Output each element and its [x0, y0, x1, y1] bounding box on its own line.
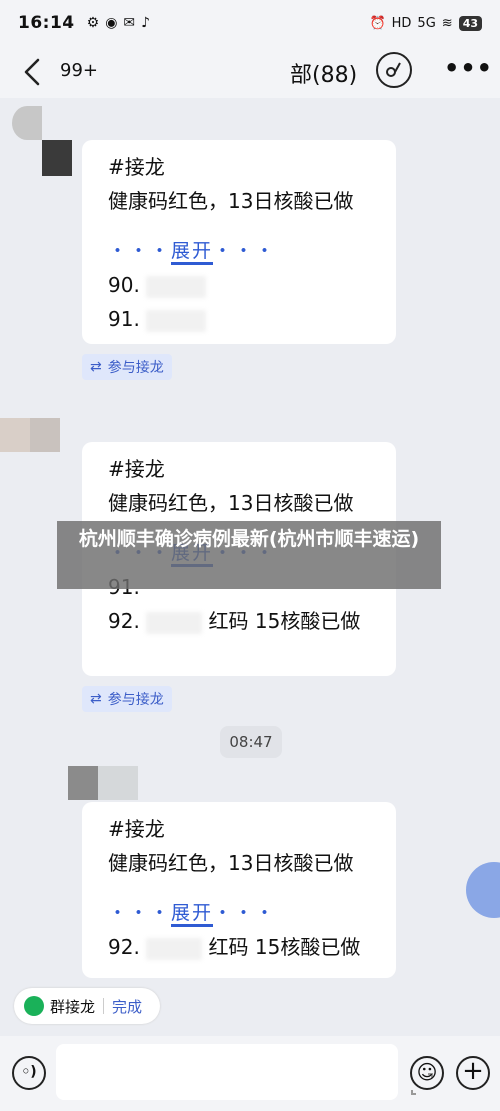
redacted-text — [146, 275, 207, 298]
expand-link[interactable]: ・・・展开・・・ — [108, 234, 370, 268]
divider — [103, 998, 105, 1014]
back-arrow-icon[interactable] — [20, 56, 48, 88]
mail-icon: ✉ — [123, 15, 136, 31]
overlay-caption: 杭州顺丰确诊病例最新(杭州市顺丰速运) — [57, 521, 441, 589]
join-icon: ⇄ — [90, 691, 102, 707]
join-icon: ⇄ — [90, 359, 102, 375]
status-left-icons: ⚙ ◉ ✉ ♪ — [87, 15, 150, 31]
expand-label[interactable]: 展开 — [171, 240, 214, 265]
list-item: 92. 红码 15核酸已做 — [108, 935, 361, 960]
solitaire-icon — [24, 996, 44, 1016]
plus-icon[interactable]: + — [456, 1056, 490, 1090]
chat-title: 部(88) — [290, 63, 358, 88]
group-solitaire-label[interactable]: 群接龙 — [50, 996, 95, 1017]
join-solitaire-button[interactable]: ⇄ 参与接龙 — [82, 686, 172, 712]
message-input[interactable] — [56, 1044, 433, 1100]
alarm-icon: ◉ — [105, 15, 118, 31]
status-right-icons: ⏰ HD 5G ≋ 43 — [369, 15, 482, 31]
redacted-text — [146, 309, 207, 332]
avatar[interactable] — [0, 418, 60, 452]
chat-header: 99+ 部(88) ••• — [0, 46, 500, 98]
voice-input-icon[interactable]: ◦) — [12, 1056, 46, 1090]
expand-label[interactable]: 展开 — [171, 902, 214, 927]
done-button[interactable]: 完成 — [112, 996, 142, 1017]
status-bar: 16:14 ⚙ ◉ ✉ ♪ ⏰ HD 5G ≋ 43 — [0, 0, 500, 46]
hd-icon: HD — [391, 15, 412, 31]
message-hashtag: #接龙 — [108, 155, 165, 179]
time-divider: 08:47 — [220, 726, 282, 758]
join-solitaire-button[interactable]: ⇄ 参与接龙 — [82, 354, 172, 380]
message-bubble[interactable]: #接龙 健康码红色，13日核酸已做 ・・・展开・・・ 90. 91. — [82, 140, 396, 344]
wifi-icon: ≋ — [441, 15, 453, 31]
group-solitaire-bar[interactable]: 群接龙 完成 — [14, 988, 160, 1024]
expand-link[interactable]: ・・・展开・・・ — [108, 896, 370, 930]
avatar[interactable] — [68, 766, 138, 800]
redacted-text — [146, 611, 203, 634]
battery-icon: 43 — [458, 15, 482, 31]
redacted-text — [146, 937, 203, 960]
music-button[interactable] — [376, 52, 412, 88]
message-text: 健康码红色，13日核酸已做 — [108, 189, 354, 213]
signal-5g-icon: 5G — [417, 15, 436, 31]
message-hashtag: #接龙 — [108, 817, 165, 841]
settings-icon: ⚙ — [86, 15, 100, 31]
floating-assistant-button[interactable] — [466, 862, 500, 918]
alarm-icon: ⏰ — [369, 15, 386, 31]
list-item: 92. 红码 15核酸已做 — [108, 609, 361, 634]
avatar[interactable] — [12, 106, 72, 176]
message-bubble[interactable]: #接龙 健康码红色，13日核酸已做 ・・・展开・・・ 92. 红码 15核酸已做 — [82, 802, 396, 978]
emoji-icon[interactable]: ☺ — [410, 1056, 444, 1090]
more-options-icon[interactable]: ••• — [444, 54, 493, 82]
tiktok-icon: ♪ — [141, 15, 151, 31]
message-text: 健康码红色，13日核酸已做 — [108, 851, 354, 875]
status-time: 16:14 — [18, 13, 75, 33]
music-icon — [386, 62, 401, 77]
message-hashtag: #接龙 — [108, 457, 165, 481]
unread-count-badge[interactable]: 99+ — [60, 60, 98, 81]
list-item: 90. — [108, 268, 370, 302]
list-item: 91. — [108, 302, 370, 336]
message-text: 健康码红色，13日核酸已做 — [108, 491, 354, 515]
input-bar: ◦) ☺ + — [0, 1036, 500, 1111]
